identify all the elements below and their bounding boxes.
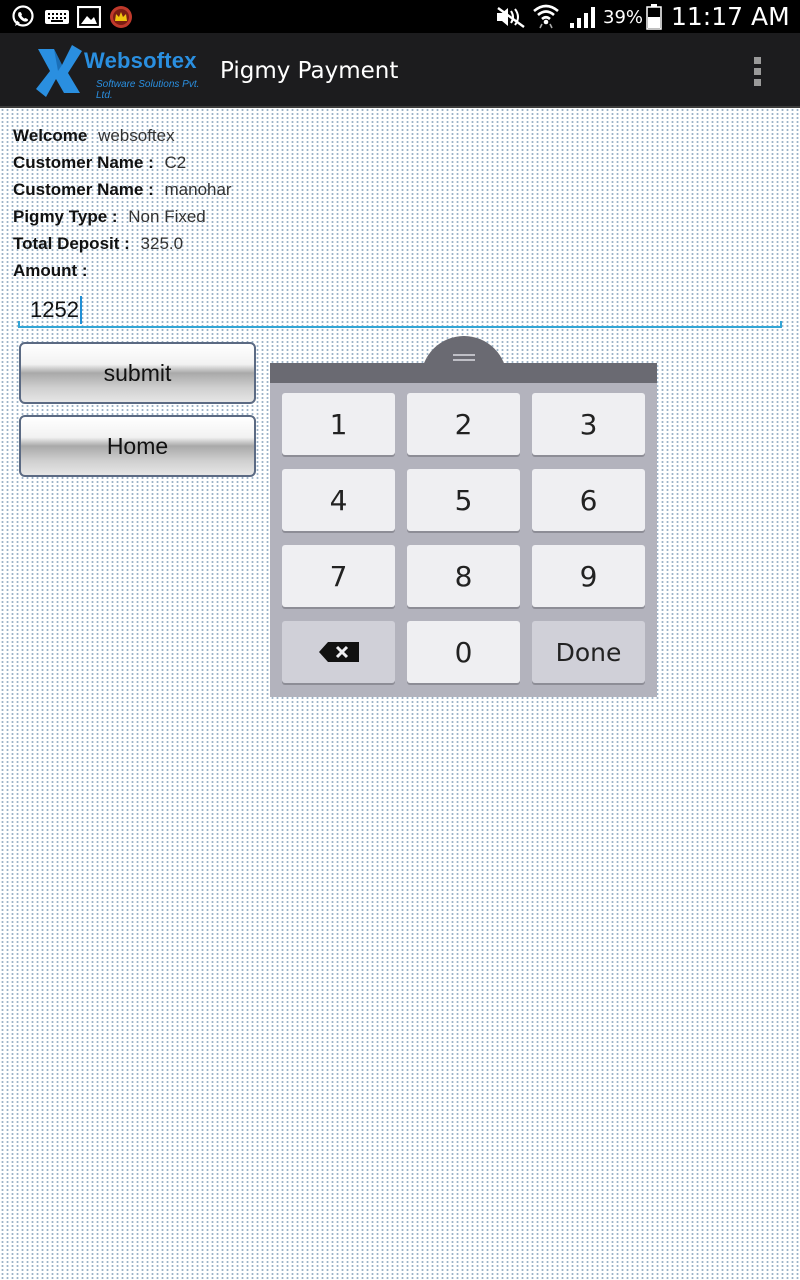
battery-percent: 39%	[603, 7, 644, 28]
overflow-menu-icon[interactable]	[748, 55, 768, 89]
clock: 11:17 AM	[671, 2, 790, 31]
key-9[interactable]: 9	[532, 545, 645, 607]
customer-name-value: manohar	[164, 180, 232, 199]
keypad-top-bar	[270, 363, 657, 383]
key-2[interactable]: 2	[407, 393, 520, 455]
submit-button[interactable]: submit	[19, 342, 256, 404]
brand-tagline: Software Solutions Pvt. Ltd.	[96, 79, 200, 101]
signal-icon	[570, 7, 595, 28]
amount-label: Amount :	[13, 261, 88, 280]
done-key[interactable]: Done	[532, 621, 645, 683]
customer-name-label: Customer Name :	[13, 153, 154, 172]
key-6[interactable]: 6	[532, 469, 645, 531]
key-8[interactable]: 8	[407, 545, 520, 607]
total-deposit-label: Total Deposit :	[13, 234, 130, 253]
home-button[interactable]: Home	[19, 415, 256, 477]
grip-icon	[453, 354, 475, 361]
customer-name-label: Customer Name :	[13, 180, 154, 199]
key-3[interactable]: 3	[532, 393, 645, 455]
action-bar: Websoftex Software Solutions Pvt. Ltd. P…	[0, 33, 800, 108]
amount-input-value: 1252	[30, 297, 79, 322]
numeric-keypad: 1 2 3 4 5 6 7 8 9 0 Done	[270, 363, 657, 697]
pigmy-type-row: Pigmy Type : Non Fixed	[13, 207, 206, 227]
pigmy-type-label: Pigmy Type :	[13, 207, 118, 226]
welcome-value: websoftex	[98, 126, 175, 145]
welcome-label: Welcome	[13, 126, 88, 145]
websoftex-logo: Websoftex Software Solutions Pvt. Ltd.	[36, 43, 212, 101]
input-underline	[18, 326, 782, 328]
keyboard-icon	[45, 10, 69, 24]
wifi-icon	[533, 4, 559, 29]
key-7[interactable]: 7	[282, 545, 395, 607]
total-deposit-value: 325.0	[140, 234, 184, 253]
logo-mark-icon	[36, 45, 82, 97]
battery-icon	[646, 4, 662, 30]
input-underline-left-tick	[18, 321, 20, 328]
pigmy-type-value: Non Fixed	[128, 207, 206, 226]
customer-code-row: Customer Name : C2	[13, 153, 186, 173]
key-0[interactable]: 0	[407, 621, 520, 683]
gallery-icon	[77, 6, 101, 28]
amount-input[interactable]: 1252	[18, 290, 782, 330]
mute-icon	[497, 7, 525, 28]
whatsapp-icon	[12, 5, 34, 27]
customer-code-value: C2	[164, 153, 187, 172]
key-1[interactable]: 1	[282, 393, 395, 455]
text-cursor	[80, 296, 82, 324]
status-bar: 39% 11:17 AM	[0, 0, 800, 33]
welcome-row: Welcome websoftex	[13, 126, 175, 146]
key-4[interactable]: 4	[282, 469, 395, 531]
backspace-icon	[318, 642, 359, 662]
page-title: Pigmy Payment	[220, 58, 399, 84]
input-underline-right-tick	[780, 321, 782, 328]
brand-name: Websoftex	[84, 48, 197, 73]
total-deposit-row: Total Deposit : 325.0	[13, 234, 183, 254]
key-5[interactable]: 5	[407, 469, 520, 531]
customer-name-row: Customer Name : manohar	[13, 180, 232, 200]
amount-row: Amount :	[13, 261, 88, 281]
backspace-key[interactable]	[282, 621, 395, 683]
crown-app-icon	[110, 6, 132, 28]
